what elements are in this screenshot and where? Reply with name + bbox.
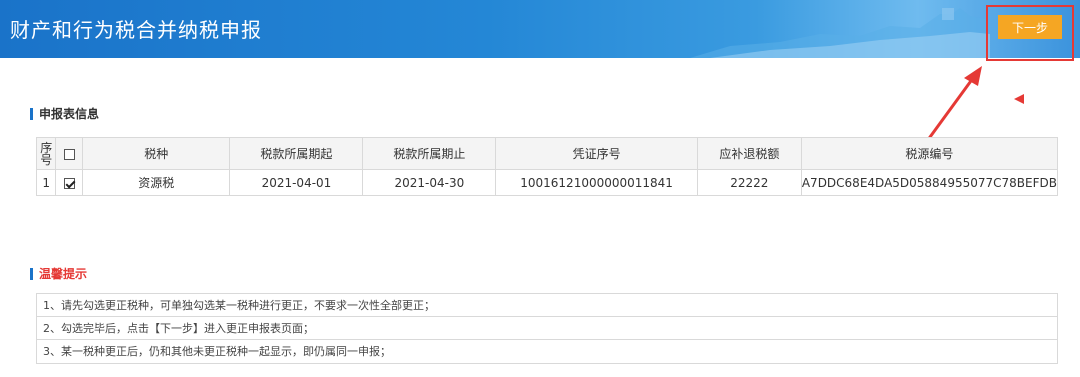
row-source-no: A7DDC68E4DA5D05884955077C78BEFDB [800,169,1059,196]
page-header: 财产和行为税合并纳税申报 [0,0,1080,58]
row-amount: 22222 [696,169,802,196]
row-select-cell[interactable] [55,169,84,196]
page-title: 财产和行为税合并纳税申报 [10,18,262,42]
declaration-info-heading: 申报表信息 [30,108,99,120]
row-seq: 1 [35,169,57,196]
table-header-row: 序号 税种 税款所属期起 税款所属期止 凭证序号 应补退税额 税源编号 [35,137,1059,170]
triangle-marker-icon [1014,94,1024,104]
tip-item: 1、请先勾选更正税种，可单独勾选某一税种进行更正，不要求一次性全部更正； [37,294,1057,317]
tip-item: 3、某一税种更正后，仍和其他未更正税种一起显示，即仍属同一申报； [43,345,391,358]
col-period-start: 税款所属期起 [229,137,364,170]
great-wall-decoration [690,8,990,58]
tip-item: 2、勾选完毕后，点击【下一步】进入更正申报表页面； [37,317,1057,340]
col-seq: 序号 [35,137,57,170]
row-period-start: 2021-04-01 [229,169,364,196]
col-tax-type: 税种 [82,137,231,170]
row-voucher-no: 10016121000000011841 [495,169,698,196]
col-amount: 应补退税额 [696,137,802,170]
tips-heading: 温馨提示 [30,268,87,280]
col-period-end: 税款所属期止 [362,137,497,170]
col-voucher-no: 凭证序号 [495,137,698,170]
row-tax-type: 资源税 [82,169,231,196]
col-source-no: 税源编号 [800,137,1059,170]
declaration-table: 序号 税种 税款所属期起 税款所属期止 凭证序号 应补退税额 税源编号 1 资源… [35,137,1059,196]
next-step-button[interactable]: 下一步 [998,15,1062,39]
table-row: 1 资源税 2021-04-01 2021-04-30 100161210000… [35,169,1059,196]
row-period-end: 2021-04-30 [362,169,497,196]
tips-list: 1、请先勾选更正税种，可单独勾选某一税种进行更正，不要求一次性全部更正； 2、勾… [36,293,1058,364]
select-all-checkbox[interactable] [63,148,75,160]
col-select-all[interactable] [55,137,84,170]
row-checkbox[interactable] [63,177,75,189]
